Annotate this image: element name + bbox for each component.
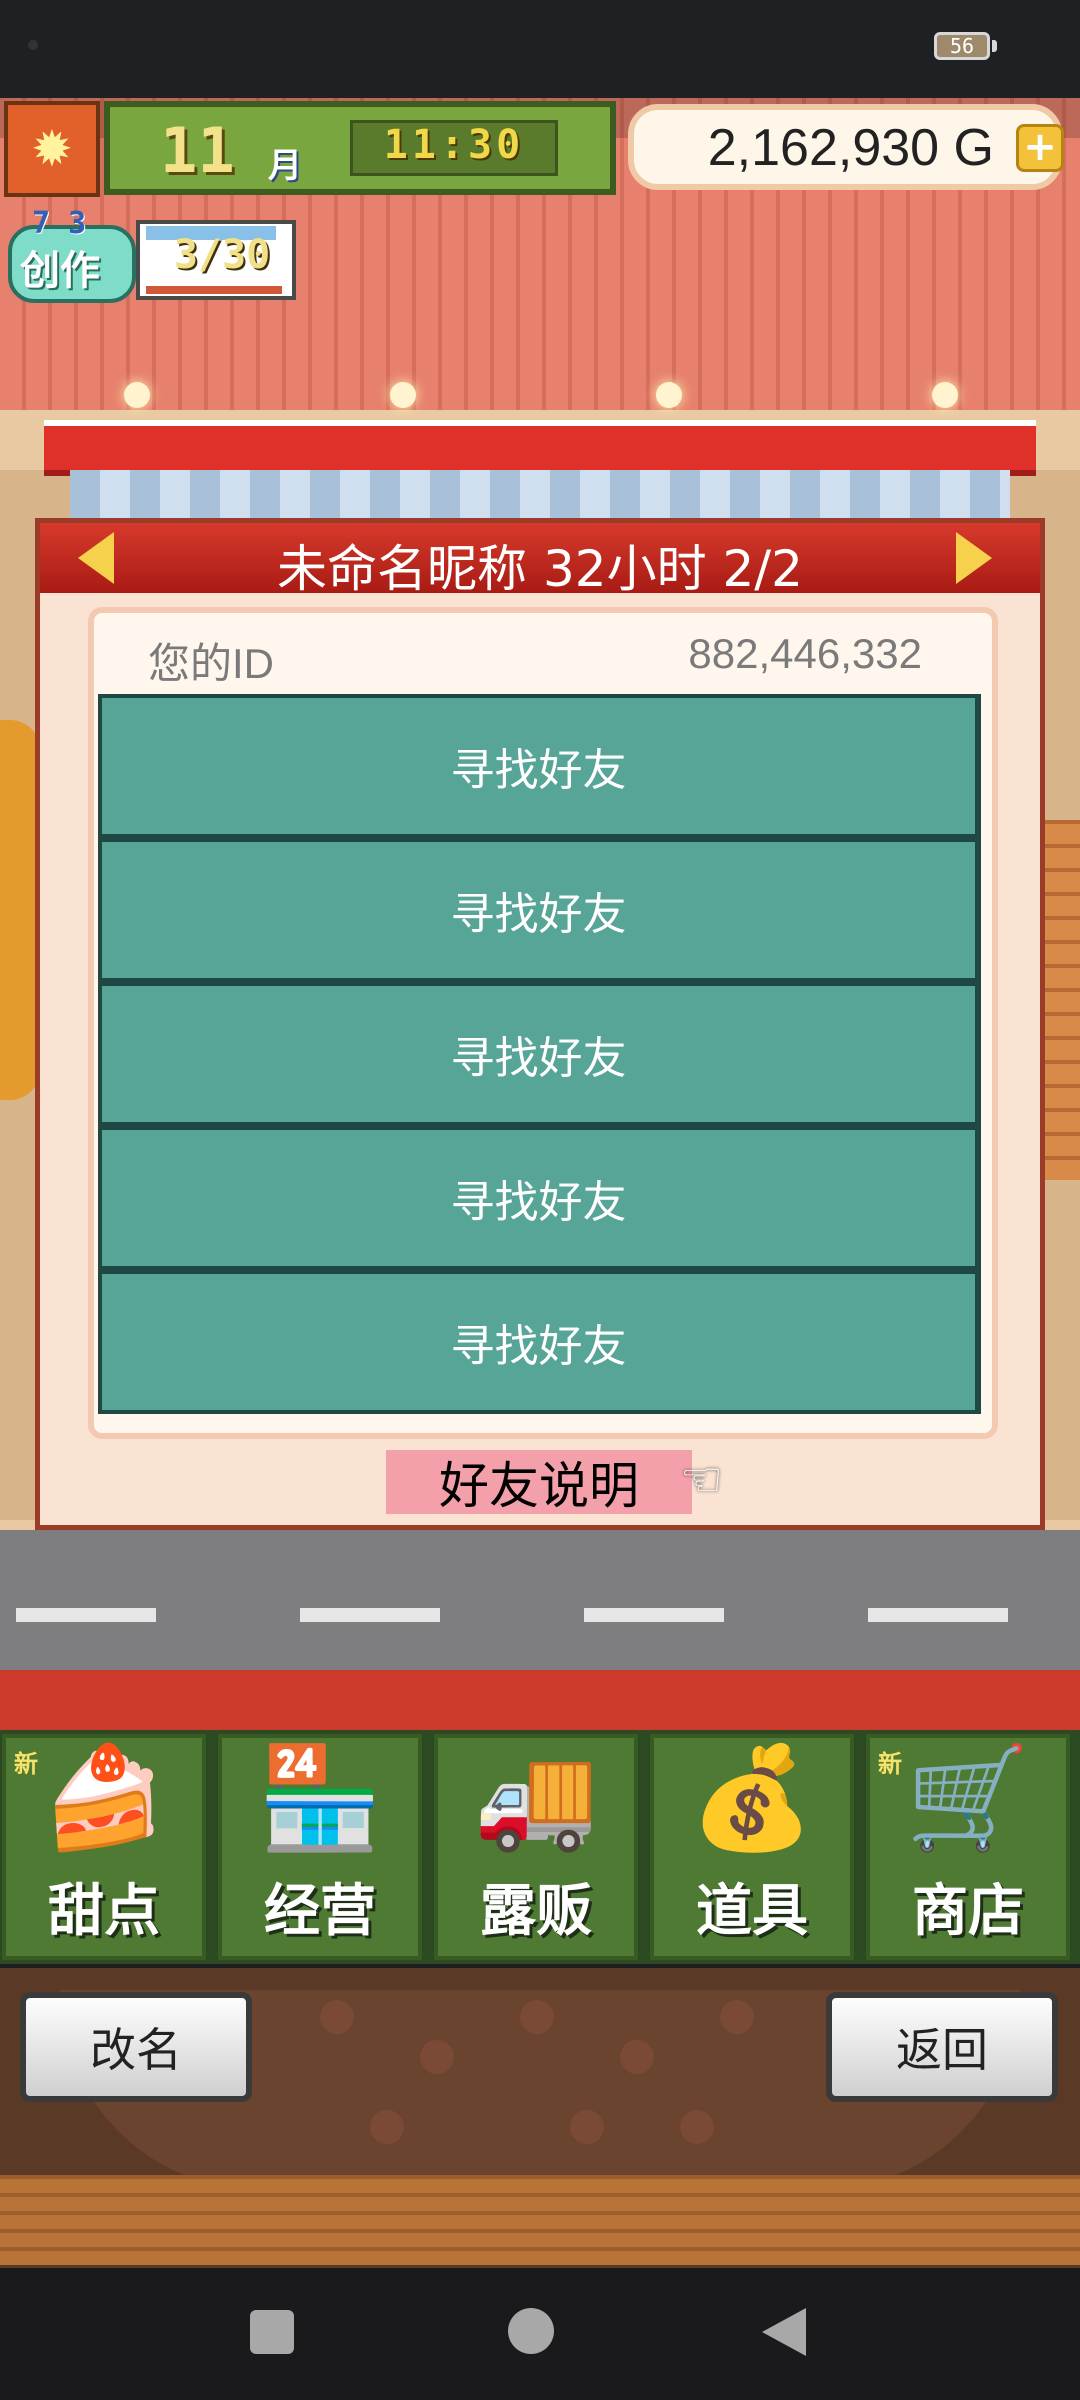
pointing-hand-icon: ☜ — [680, 1452, 724, 1508]
create-underline — [146, 286, 282, 294]
pattern-dot — [680, 2110, 714, 2144]
find-friend-button[interactable]: 寻找好友 — [102, 1130, 975, 1266]
dialog-title: 未命名昵称 32小时 2/2 — [277, 540, 803, 598]
wood-floor — [0, 2175, 1080, 2265]
pattern-dot — [620, 2040, 654, 2074]
menu-item-store[interactable]: 新 🛒 商店 — [866, 1734, 1070, 1960]
road-marking — [300, 1608, 440, 1622]
roof-lamp — [390, 382, 416, 408]
find-friend-button[interactable]: 寻找好友 — [102, 1274, 975, 1410]
create-label: 创作 — [20, 248, 100, 294]
menu-item-label: 道具 — [696, 1879, 808, 1944]
roof-lamp — [124, 382, 150, 408]
month-unit: 月 — [268, 146, 302, 186]
create-count: 3/30 — [173, 232, 271, 278]
id-value: 882,446,332 — [688, 630, 922, 677]
find-friend-button[interactable]: 寻找好友 — [102, 698, 975, 834]
food-truck-icon: 🚚 — [473, 1739, 599, 1856]
find-friend-button[interactable]: 寻找好友 — [102, 842, 975, 978]
home-icon[interactable] — [508, 2308, 554, 2354]
back-button[interactable]: 返回 — [826, 1992, 1058, 2102]
maple-leaf-icon: ✹ — [31, 120, 73, 178]
menu-item-manage[interactable]: 🏪 经营 — [218, 1734, 422, 1960]
menu-item-stall[interactable]: 🚚 露贩 — [434, 1734, 638, 1960]
notification-dot — [28, 40, 38, 50]
pattern-dot — [570, 2110, 604, 2144]
menu-item-dessert[interactable]: 新 🍰 甜点 — [2, 1734, 206, 1960]
pattern-dot — [370, 2110, 404, 2144]
rename-button[interactable]: 改名 — [20, 1992, 252, 2102]
arrow-right-icon[interactable] — [956, 532, 992, 584]
arrow-left-icon[interactable] — [78, 532, 114, 584]
create-level: 7 3 — [32, 206, 87, 241]
menu-item-label: 商店 — [912, 1879, 1024, 1944]
road — [0, 1530, 1080, 1670]
friend-slot-list: 寻找好友 寻找好友 寻找好友 寻找好友 寻找好友 — [98, 694, 981, 1414]
menu-top-band — [0, 1670, 1080, 1730]
plus-icon[interactable]: + — [1016, 124, 1064, 172]
recent-apps-icon[interactable] — [250, 2310, 294, 2354]
month-number: 11 — [160, 114, 235, 187]
pattern-dot — [720, 2000, 754, 2034]
new-badge: 新 — [14, 1750, 38, 1778]
friend-help-button[interactable]: 好友说明 — [386, 1450, 692, 1515]
menu-item-items[interactable]: 💰 道具 — [650, 1734, 854, 1960]
new-badge: 新 — [878, 1750, 902, 1778]
menu-item-label: 经营 — [264, 1879, 376, 1944]
road-marking — [16, 1608, 156, 1622]
brick-wall — [1040, 820, 1080, 1180]
item-bag-icon: 💰 — [689, 1739, 815, 1856]
road-marking — [584, 1608, 724, 1622]
pattern-dot — [320, 2000, 354, 2034]
road-marking — [868, 1608, 1008, 1622]
shop-icon: 🏪 — [257, 1739, 383, 1856]
pattern-dot — [520, 2000, 554, 2034]
menu-item-label: 露贩 — [480, 1879, 592, 1944]
autumn-tree — [0, 720, 40, 1100]
gold-amount: 2,162,930 G — [707, 119, 994, 177]
season-badge[interactable]: ✹ — [4, 101, 100, 197]
status-bar — [0, 0, 1080, 98]
pattern-dot — [420, 2040, 454, 2074]
clock-time: 11:30 — [383, 122, 525, 168]
battery-tip — [992, 40, 997, 52]
red-awning — [44, 420, 1036, 476]
find-friend-button[interactable]: 寻找好友 — [102, 986, 975, 1122]
battery-indicator: 56 — [934, 32, 990, 60]
id-label: 您的ID — [148, 640, 275, 687]
back-triangle-icon[interactable] — [762, 2308, 806, 2356]
roof-lamp — [932, 382, 958, 408]
menu-item-label: 甜点 — [48, 1879, 160, 1944]
roof-lamp — [656, 382, 682, 408]
